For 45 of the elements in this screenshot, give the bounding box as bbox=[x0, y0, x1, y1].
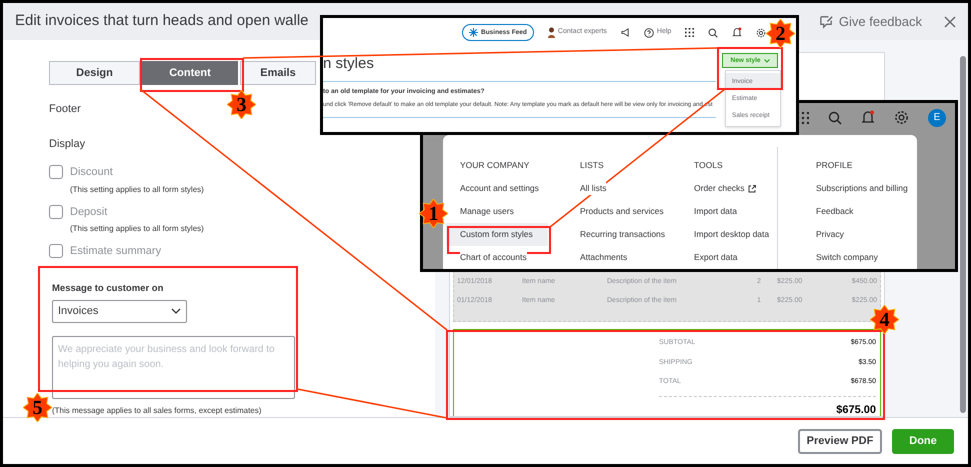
menu-item[interactable]: Switch company bbox=[802, 246, 917, 269]
menu-item[interactable]: Feedback bbox=[802, 200, 917, 223]
checkbox-label: Discount bbox=[70, 165, 113, 180]
menu-heading: TOOLS bbox=[693, 159, 724, 172]
menu-item[interactable]: Manage users bbox=[446, 200, 566, 223]
message-field[interactable]: We appreciate your business and look forward to helping you again soon. bbox=[52, 336, 295, 399]
menu-item[interactable]: Subscriptions and billing bbox=[802, 177, 917, 200]
menu-heading: YOUR COMPANY bbox=[459, 159, 530, 172]
menu-item[interactable]: Chart of accounts bbox=[446, 246, 566, 269]
menu-item[interactable]: All lists bbox=[566, 177, 680, 200]
dialog-title: Edit invoices that turn heads and open walle bbox=[15, 11, 309, 32]
preview-pdf-button[interactable]: Preview PDF bbox=[798, 428, 882, 454]
menu-item[interactable]: Import data bbox=[680, 200, 777, 223]
option-note: (This setting applies to all form styles) bbox=[70, 223, 205, 235]
section-label: Footer bbox=[49, 102, 81, 117]
tab[interactable]: Emails bbox=[240, 61, 316, 85]
form-type-select[interactable]: Invoices bbox=[52, 300, 187, 323]
menu-heading: PROFILE bbox=[815, 159, 854, 172]
menu-item[interactable]: Privacy bbox=[802, 223, 917, 246]
checkbox-label: Deposit bbox=[70, 204, 108, 220]
step-badge: 4 bbox=[870, 305, 899, 334]
menu-item[interactable]: Attachments bbox=[566, 246, 680, 269]
field-label: Message to customer on bbox=[52, 282, 164, 296]
menu-item[interactable]: Custom form styles bbox=[446, 223, 548, 246]
menu-item[interactable]: Import desktop data bbox=[680, 223, 777, 246]
balance-due-value: $675.00 bbox=[836, 405, 876, 416]
step-badge: 1 bbox=[419, 199, 448, 228]
user-avatar[interactable]: E bbox=[928, 108, 946, 126]
step-badge: 5 bbox=[23, 393, 52, 422]
section-label: Display bbox=[49, 136, 86, 152]
step-badge: 2 bbox=[766, 19, 795, 48]
give-feedback-button[interactable]: Give feedback bbox=[818, 12, 922, 32]
option-note: (This setting applies to all form styles) bbox=[70, 184, 205, 196]
page-heading: n styles bbox=[323, 54, 374, 71]
menu-heading: LISTS bbox=[579, 159, 605, 172]
checkbox-label: Estimate summary bbox=[70, 244, 162, 259]
menu-item[interactable]: Products and services bbox=[566, 200, 680, 223]
menu-item[interactable]: Account and settings bbox=[446, 177, 566, 200]
tab[interactable]: Content bbox=[142, 61, 238, 85]
menu-item[interactable]: Recurring transactions bbox=[566, 223, 680, 246]
message-note: (This message applies to all sales forms, except estimates) bbox=[52, 404, 262, 417]
tab[interactable]: Design bbox=[49, 61, 140, 85]
step-badge: 3 bbox=[227, 90, 256, 119]
menu-item[interactable]: Export data bbox=[680, 246, 777, 269]
menu-item[interactable]: Order checks bbox=[680, 177, 777, 200]
